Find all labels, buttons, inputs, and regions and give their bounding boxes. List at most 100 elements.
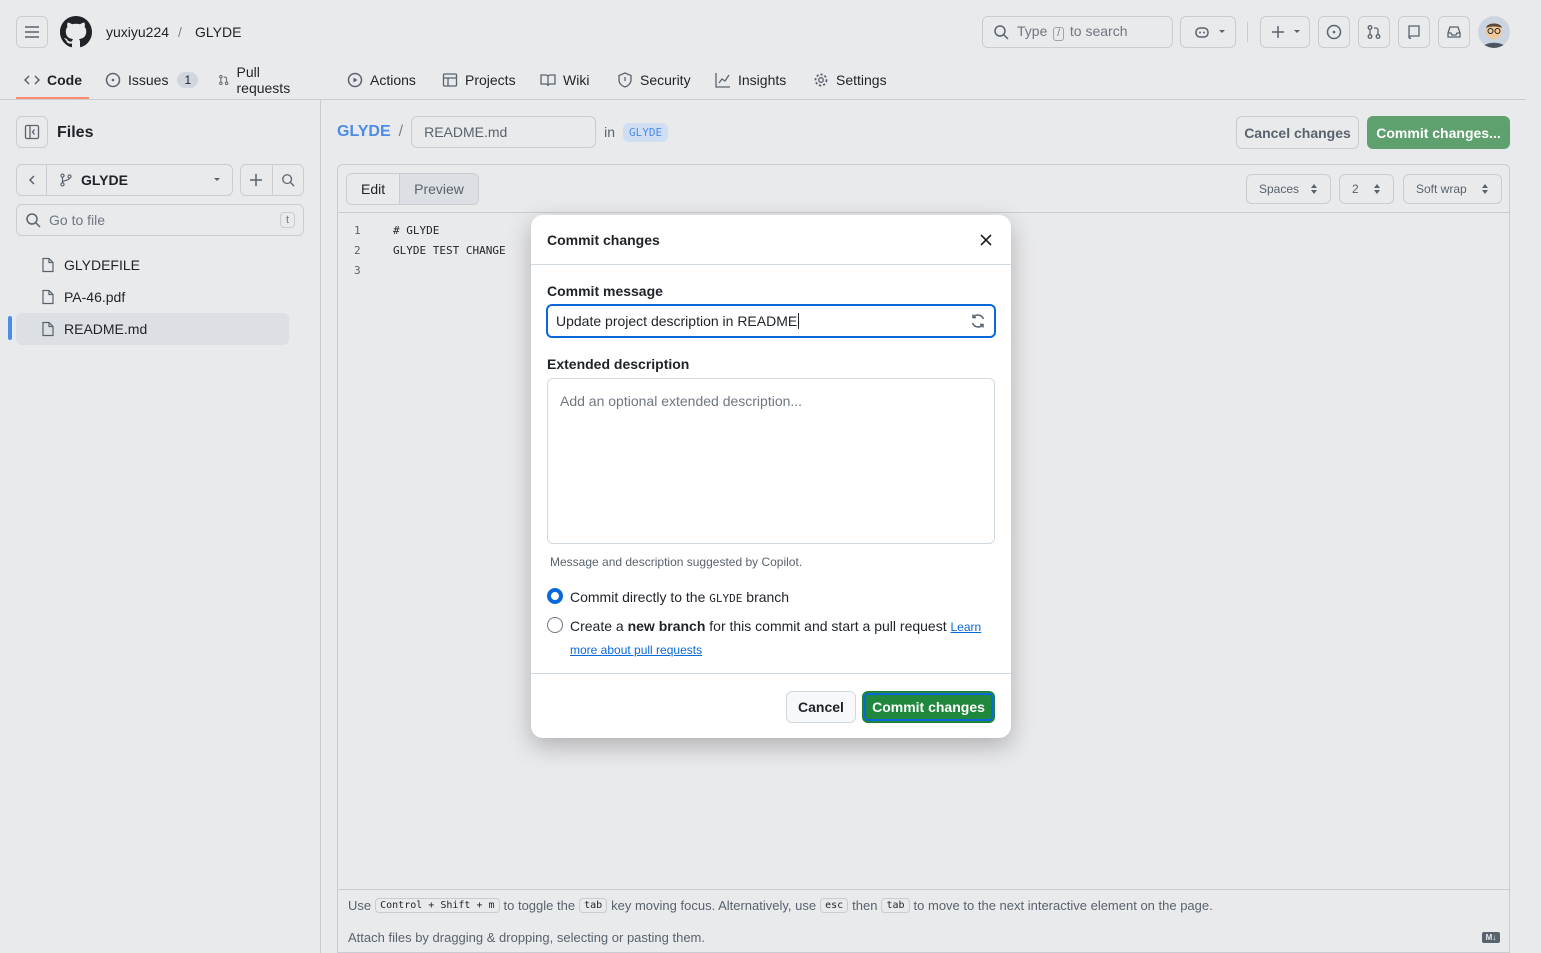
repositories-button[interactable] xyxy=(1398,16,1430,48)
option-text: Create a xyxy=(570,618,624,634)
commit-message-label: Commit message xyxy=(547,283,663,299)
text-cursor xyxy=(798,313,800,329)
issues-count-badge: 1 xyxy=(177,72,199,88)
code-line[interactable]: GLYDE TEST CHANGE xyxy=(393,244,506,257)
commit-direct-radio[interactable] xyxy=(547,588,563,604)
chevron-down-icon xyxy=(202,175,232,185)
wrap-mode-select[interactable]: Soft wrap xyxy=(1403,174,1502,204)
repo-link[interactable]: GLYDE xyxy=(195,24,241,40)
file-name: GLYDEFILE xyxy=(64,257,140,273)
pull-request-icon xyxy=(1367,25,1381,39)
tab-settings[interactable]: Settings xyxy=(813,60,887,100)
tab-preview[interactable]: Preview xyxy=(400,174,478,204)
code-line[interactable]: # GLYDE xyxy=(393,224,439,237)
file-item[interactable]: GLYDEFILE xyxy=(16,249,289,281)
copilot-button[interactable] xyxy=(1180,16,1236,48)
gear-icon xyxy=(814,73,828,87)
file-item-active[interactable]: README.md xyxy=(16,313,289,345)
tab-actions[interactable]: Actions xyxy=(347,60,416,100)
tab-label: Wiki xyxy=(563,72,590,88)
issues-button[interactable] xyxy=(1318,16,1350,48)
path-separator: / xyxy=(398,123,404,140)
sidebar-collapse-icon xyxy=(24,124,40,140)
git-branch-icon xyxy=(60,173,72,187)
copilot-hint: Message and description suggested by Cop… xyxy=(550,555,803,569)
filename-input[interactable]: README.md xyxy=(411,116,597,148)
tab-projects[interactable]: Projects xyxy=(442,60,516,100)
hint-key: esc xyxy=(820,898,849,913)
option-text: for this commit and start a pull request xyxy=(709,618,947,634)
markdown-icon: M↓ xyxy=(1482,932,1500,943)
refresh-icon[interactable] xyxy=(970,313,986,329)
tab-label: Code xyxy=(47,72,82,88)
branch-selector[interactable]: GLYDE xyxy=(16,164,233,196)
sort-icon xyxy=(1311,184,1317,194)
tab-wiki[interactable]: Wiki xyxy=(540,60,589,100)
search-input[interactable]: Type / to search xyxy=(982,16,1173,48)
tab-label: Settings xyxy=(836,72,887,88)
hint-key: tab xyxy=(881,898,910,913)
chevron-left-icon xyxy=(28,175,35,185)
go-to-file-input[interactable]: Go to file t xyxy=(16,204,304,236)
inbox-button[interactable] xyxy=(1438,16,1470,48)
copilot-icon xyxy=(1195,27,1209,38)
tab-issues[interactable]: Issues 1 xyxy=(105,60,199,100)
commit-changes-button[interactable]: Commit changes... xyxy=(1367,116,1510,149)
sidebar-title: Files xyxy=(57,124,94,141)
owner-link[interactable]: yuxiyu224 xyxy=(106,24,169,40)
dialog-footer: Cancel Commit changes xyxy=(531,673,1011,738)
file-item[interactable]: PA-46.pdf xyxy=(16,281,289,313)
commit-message-input[interactable]: Update project description in README xyxy=(546,304,996,338)
option-text: branch xyxy=(746,589,790,605)
new-branch-label[interactable]: Create a new branch for this commit and … xyxy=(570,615,990,661)
chevron-down-icon xyxy=(1294,30,1300,33)
create-new-button[interactable] xyxy=(1260,16,1310,48)
cancel-button[interactable]: Cancel xyxy=(786,691,856,723)
line-number: 1 xyxy=(354,224,361,237)
tab-insights[interactable]: Insights xyxy=(715,60,786,100)
graph-icon xyxy=(715,73,730,88)
active-file-indicator xyxy=(8,316,12,340)
back-button[interactable] xyxy=(17,165,47,195)
indent-mode-select[interactable]: Spaces xyxy=(1246,174,1331,204)
commit-message-value: Update project description in README xyxy=(556,313,798,329)
top-header: yuxiyu224 / GLYDE Type / to search Code … xyxy=(0,0,1526,100)
hint-text: to move to the next interactive element … xyxy=(913,898,1213,913)
attach-files-hint[interactable]: Attach files by dragging & dropping, sel… xyxy=(348,930,705,945)
cancel-changes-button[interactable]: Cancel changes xyxy=(1236,116,1359,149)
issue-icon xyxy=(1326,24,1342,40)
branch-name[interactable]: GLYDE xyxy=(47,172,202,188)
menu-button[interactable] xyxy=(16,16,48,48)
search-icon xyxy=(994,25,1009,40)
repo-link[interactable]: GLYDE xyxy=(337,123,391,141)
extended-description-textarea[interactable]: Add an optional extended description... xyxy=(547,378,995,544)
hint-text: then xyxy=(852,898,878,913)
collapse-sidebar-button[interactable] xyxy=(16,116,48,148)
tab-edit[interactable]: Edit xyxy=(347,174,401,204)
pull-requests-button[interactable] xyxy=(1358,16,1390,48)
avatar[interactable] xyxy=(1478,16,1510,48)
dialog-title: Commit changes xyxy=(531,215,1011,265)
tab-pull-requests[interactable]: Pull requests xyxy=(218,60,295,100)
pull-request-icon xyxy=(219,75,229,85)
search-shortcut: / xyxy=(1053,27,1065,41)
tab-label: Security xyxy=(640,72,691,88)
commit-direct-label[interactable]: Commit directly to the GLYDE branch xyxy=(570,586,990,610)
hamburger-icon xyxy=(25,26,39,38)
close-button[interactable] xyxy=(975,229,997,251)
chevron-down-icon xyxy=(1219,30,1225,33)
active-tab-indicator xyxy=(16,97,89,99)
search-suffix: to search xyxy=(1069,23,1128,39)
indent-size-select[interactable]: 2 xyxy=(1339,174,1394,204)
indent-mode-value: Spaces xyxy=(1259,182,1300,196)
search-files-button[interactable] xyxy=(273,165,304,195)
add-file-button[interactable] xyxy=(241,165,273,195)
new-branch-radio[interactable] xyxy=(547,617,563,633)
tab-code[interactable]: Code xyxy=(24,60,82,100)
tab-security[interactable]: Security xyxy=(617,60,691,100)
file-name: README.md xyxy=(64,321,148,337)
commit-changes-submit-button[interactable]: Commit changes xyxy=(862,691,995,723)
file-icon xyxy=(42,257,54,273)
file-name: PA-46.pdf xyxy=(64,289,126,305)
github-logo-icon[interactable] xyxy=(60,16,92,48)
